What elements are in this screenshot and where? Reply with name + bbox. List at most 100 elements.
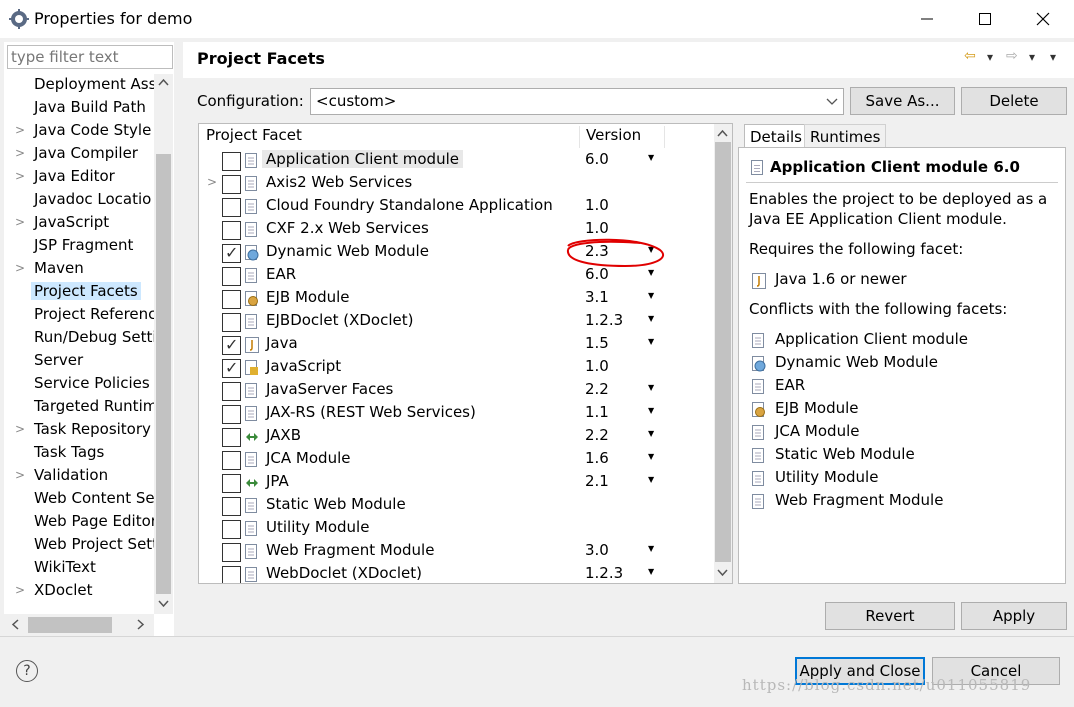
scroll-down-icon[interactable] — [717, 569, 728, 577]
scrollbar-thumb[interactable] — [715, 142, 731, 562]
tab-details[interactable]: Details — [744, 124, 809, 149]
facet-checkbox[interactable] — [222, 497, 241, 516]
facet-checkbox[interactable] — [222, 290, 241, 309]
facet-row[interactable]: JPA 2.1 ▼ — [199, 471, 712, 494]
close-window-button[interactable] — [1014, 0, 1072, 38]
column-divider[interactable] — [579, 126, 580, 148]
facet-row[interactable]: > Axis2 Web Services — [199, 172, 712, 195]
facet-checkbox[interactable] — [222, 520, 241, 539]
facet-version[interactable]: 2.2 — [585, 380, 609, 398]
sidebar-item[interactable]: Web Project Sett — [4, 534, 154, 557]
tab-runtimes[interactable]: Runtimes — [804, 124, 887, 148]
version-dropdown-icon[interactable]: ▼ — [648, 544, 654, 553]
facet-version[interactable]: 6.0 — [585, 265, 609, 283]
version-dropdown-icon[interactable]: ▼ — [648, 153, 654, 162]
sidebar-item[interactable]: JSP Fragment — [4, 235, 154, 258]
facet-row[interactable]: EAR 6.0 ▼ — [199, 264, 712, 287]
scroll-up-icon[interactable] — [158, 78, 169, 86]
version-dropdown-icon[interactable]: ▼ — [648, 314, 654, 323]
version-dropdown-icon[interactable]: ▼ — [648, 567, 654, 576]
facet-checkbox[interactable] — [222, 221, 241, 240]
facet-row[interactable]: JAXB 2.2 ▼ — [199, 425, 712, 448]
facet-version[interactable]: 1.2.3 — [585, 311, 623, 329]
version-dropdown-icon[interactable]: ▼ — [648, 475, 654, 484]
chevron-right-icon[interactable]: > — [15, 468, 25, 482]
configuration-select[interactable]: <custom> — [310, 88, 844, 115]
facet-version[interactable]: 1.0 — [585, 196, 609, 214]
version-dropdown-icon[interactable]: ▼ — [648, 291, 654, 300]
facet-checkbox[interactable] — [222, 405, 241, 424]
sidebar-item[interactable]: > Java Compiler — [4, 143, 154, 166]
scroll-right-icon[interactable] — [137, 619, 145, 630]
sidebar-item[interactable]: Deployment Ass — [4, 74, 154, 97]
facet-row[interactable]: Static Web Module — [199, 494, 712, 517]
version-dropdown-icon[interactable]: ▼ — [648, 268, 654, 277]
facet-row[interactable]: CXF 2.x Web Services 1.0 — [199, 218, 712, 241]
view-menu-icon[interactable]: ▾ — [1050, 50, 1056, 64]
facet-row[interactable]: EJBDoclet (XDoclet) 1.2.3 ▼ — [199, 310, 712, 333]
facet-checkbox[interactable] — [222, 198, 241, 217]
scroll-down-icon[interactable] — [158, 600, 169, 608]
navigation-vertical-scrollbar[interactable] — [154, 74, 173, 614]
revert-button[interactable]: Revert — [825, 602, 955, 630]
forward-arrow-icon[interactable]: ⇨ — [1006, 48, 1018, 64]
delete-button[interactable]: Delete — [961, 87, 1067, 115]
facet-row[interactable]: WebDoclet (XDoclet) 1.2.3 ▼ — [199, 563, 712, 583]
sidebar-item[interactable]: Javadoc Locatio — [4, 189, 154, 212]
version-dropdown-icon[interactable]: ▼ — [648, 245, 654, 254]
facet-row[interactable]: EJB Module 3.1 ▼ — [199, 287, 712, 310]
help-icon[interactable]: ? — [16, 660, 38, 682]
version-dropdown-icon[interactable]: ▼ — [648, 429, 654, 438]
facet-version[interactable]: 2.2 — [585, 426, 609, 444]
sidebar-item[interactable]: Project Facets — [4, 281, 154, 304]
sidebar-item[interactable]: Web Page Editor — [4, 511, 154, 534]
version-dropdown-icon[interactable]: ▼ — [648, 452, 654, 461]
facet-row[interactable]: JAX-RS (REST Web Services) 1.1 ▼ — [199, 402, 712, 425]
sidebar-item[interactable]: Server — [4, 350, 154, 373]
column-header-facet[interactable]: Project Facet — [206, 126, 302, 149]
sidebar-item[interactable]: > XDoclet — [4, 580, 154, 603]
facet-checkbox[interactable] — [222, 428, 241, 447]
facet-row[interactable]: Cloud Foundry Standalone Application 1.0 — [199, 195, 712, 218]
facet-checkbox[interactable] — [222, 267, 241, 286]
facet-version[interactable]: 1.1 — [585, 403, 609, 421]
sidebar-item[interactable]: WikiText — [4, 557, 154, 580]
facet-version[interactable]: 3.1 — [585, 288, 609, 306]
scroll-left-icon[interactable] — [11, 619, 19, 630]
facet-row[interactable]: Web Fragment Module 3.0 ▼ — [199, 540, 712, 563]
version-dropdown-icon[interactable]: ▼ — [648, 383, 654, 392]
chevron-right-icon[interactable]: > — [15, 146, 25, 160]
version-dropdown-icon[interactable]: ▼ — [648, 337, 654, 346]
facet-checkbox[interactable] — [222, 474, 241, 493]
apply-button[interactable]: Apply — [961, 602, 1067, 630]
chevron-right-icon[interactable]: > — [15, 422, 25, 436]
sidebar-item[interactable]: Service Policies — [4, 373, 154, 396]
chevron-right-icon[interactable]: > — [15, 123, 25, 137]
sidebar-item[interactable]: Task Tags — [4, 442, 154, 465]
facet-version[interactable]: 2.3 — [585, 242, 609, 260]
column-header-version[interactable]: Version — [586, 126, 641, 149]
back-menu-icon[interactable]: ▾ — [987, 50, 993, 64]
facet-version[interactable]: 1.0 — [585, 357, 609, 375]
facet-row[interactable]: JavaServer Faces 2.2 ▼ — [199, 379, 712, 402]
sidebar-item[interactable]: Run/Debug Setti — [4, 327, 154, 350]
facet-checkbox[interactable] — [222, 243, 241, 263]
chevron-right-icon[interactable]: > — [207, 175, 217, 189]
facet-checkbox[interactable] — [222, 335, 241, 355]
facet-checkbox[interactable] — [222, 313, 241, 332]
navigation-horizontal-scrollbar[interactable] — [4, 614, 154, 636]
chevron-right-icon[interactable]: > — [15, 583, 25, 597]
maximize-button[interactable] — [956, 0, 1014, 38]
sidebar-item[interactable]: > Maven — [4, 258, 154, 281]
sidebar-item[interactable]: Targeted Runtim — [4, 396, 154, 419]
sidebar-item[interactable]: > Task Repository — [4, 419, 154, 442]
filter-input[interactable] — [7, 45, 173, 69]
facet-row[interactable]: Utility Module — [199, 517, 712, 540]
facet-version[interactable]: 1.2.3 — [585, 564, 623, 582]
column-divider[interactable] — [664, 126, 665, 148]
facet-checkbox[interactable] — [222, 152, 241, 171]
facet-checkbox[interactable] — [222, 358, 241, 378]
scroll-up-icon[interactable] — [717, 129, 728, 137]
facet-checkbox[interactable] — [222, 451, 241, 470]
facet-version[interactable]: 1.6 — [585, 449, 609, 467]
